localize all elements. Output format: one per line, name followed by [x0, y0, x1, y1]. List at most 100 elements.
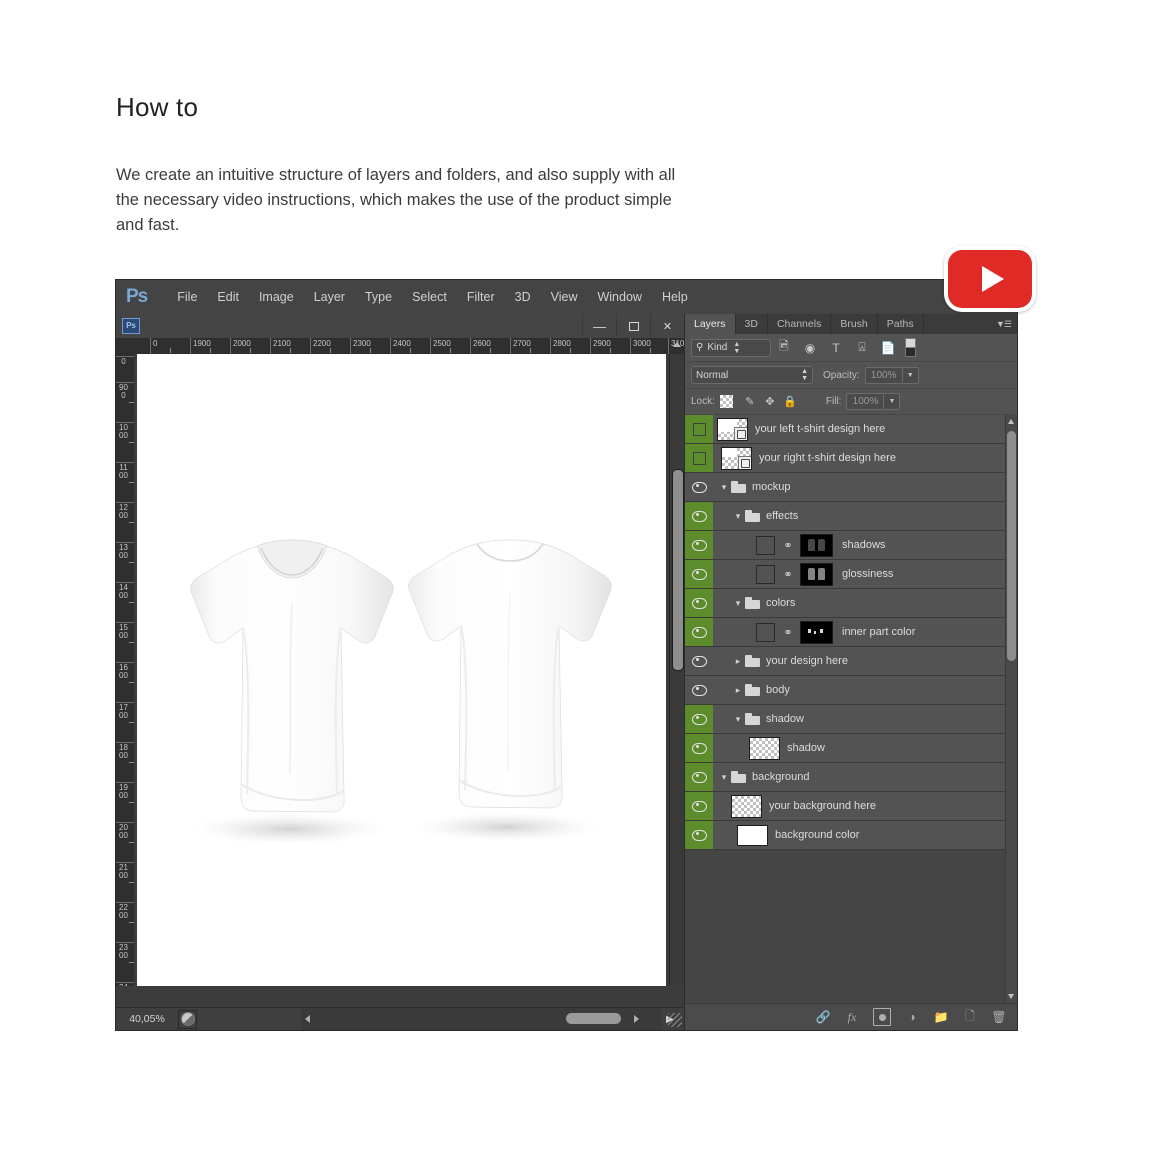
- menu-item-select[interactable]: Select: [402, 290, 457, 304]
- new-adjustment-layer-icon[interactable]: ◑: [904, 1009, 920, 1025]
- shape-layer-filter-icon[interactable]: ⍓: [849, 339, 875, 357]
- tab-paths[interactable]: Paths: [877, 314, 924, 334]
- document-tab-icon[interactable]: Ps: [122, 318, 140, 334]
- visibility-toggle[interactable]: [685, 734, 713, 762]
- layer-row[interactable]: ⚭ glossiness: [685, 560, 1017, 589]
- visibility-toggle[interactable]: [685, 647, 713, 675]
- layer-row[interactable]: your right t-shirt design here: [685, 444, 1017, 473]
- zoom-level[interactable]: 40,05%: [116, 1013, 178, 1025]
- pixel-layer-filter-icon[interactable]: 🖻: [771, 339, 797, 357]
- layer-color-swatch[interactable]: [756, 535, 775, 555]
- canvas-horizontal-scrollbar[interactable]: [301, 1008, 661, 1030]
- filter-kind-select[interactable]: ⚲ Kind ▲ ▼: [691, 338, 771, 357]
- layer-mask-thumbnail[interactable]: [800, 562, 833, 586]
- blend-mode-select[interactable]: Normal ▲ ▼: [691, 366, 813, 384]
- smart-object-filter-icon[interactable]: 📄: [875, 339, 901, 357]
- layer-row[interactable]: ▸ body: [685, 676, 1017, 705]
- fill-dropdown-arrow[interactable]: ▼: [884, 393, 901, 410]
- layer-row[interactable]: your left t-shirt design here: [685, 415, 1017, 444]
- menu-item-view[interactable]: View: [541, 290, 588, 304]
- layer-row[interactable]: ▾ shadow: [685, 705, 1017, 734]
- layer-style-fx-icon[interactable]: fx: [844, 1009, 860, 1025]
- layer-mask-thumbnail[interactable]: [800, 620, 833, 644]
- visibility-toggle[interactable]: [685, 502, 713, 530]
- layer-list-scrollbar[interactable]: [1005, 415, 1017, 1003]
- visibility-toggle[interactable]: [685, 705, 713, 733]
- lock-all-icon[interactable]: 🔒: [780, 394, 800, 410]
- tab-layers[interactable]: Layers: [685, 314, 736, 334]
- layer-row[interactable]: shadow: [685, 734, 1017, 763]
- mask-link-icon[interactable]: ⚭: [781, 626, 795, 639]
- scroll-up-arrow-icon[interactable]: [673, 342, 681, 347]
- menu-item-file[interactable]: File: [167, 290, 207, 304]
- visibility-toggle[interactable]: [685, 676, 713, 704]
- maximize-button[interactable]: [616, 314, 650, 338]
- scroll-right-arrow-icon[interactable]: [634, 1015, 639, 1023]
- vertical-ruler[interactable]: 0 900 1000 1100 1200 1300 1400 1500 1600…: [116, 354, 135, 986]
- layer-color-swatch[interactable]: [756, 564, 775, 584]
- document-canvas[interactable]: [137, 354, 666, 986]
- layer-row[interactable]: background color: [685, 821, 1017, 850]
- chevron-down-icon[interactable]: ▾: [731, 511, 745, 522]
- mask-link-icon[interactable]: ⚭: [781, 539, 795, 552]
- smart-object-thumbnail[interactable]: [721, 446, 752, 470]
- chevron-down-icon[interactable]: ▾: [717, 772, 731, 783]
- chevron-down-icon[interactable]: ▾: [717, 482, 731, 493]
- visibility-toggle[interactable]: [685, 444, 713, 472]
- layer-row[interactable]: ▸ your design here: [685, 647, 1017, 676]
- mask-link-icon[interactable]: ⚭: [781, 568, 795, 581]
- visibility-toggle[interactable]: [685, 763, 713, 791]
- layer-list[interactable]: your left t-shirt design here your right…: [685, 415, 1017, 1003]
- opacity-value[interactable]: 100%: [864, 366, 903, 384]
- tab-brush[interactable]: Brush: [831, 314, 878, 334]
- white-thumbnail[interactable]: [737, 824, 768, 846]
- panel-menu-icon[interactable]: ▼☰: [996, 319, 1012, 330]
- tab-channels[interactable]: Channels: [767, 314, 832, 334]
- lock-position-icon[interactable]: ✥: [760, 394, 780, 410]
- menu-item-window[interactable]: Window: [587, 290, 651, 304]
- visibility-toggle[interactable]: [685, 618, 713, 646]
- layer-row[interactable]: ▾ effects: [685, 502, 1017, 531]
- delete-layer-icon[interactable]: 🗑: [991, 1009, 1007, 1025]
- youtube-video-button[interactable]: [944, 246, 1036, 312]
- visibility-toggle[interactable]: [685, 560, 713, 588]
- layer-row[interactable]: ▾ mockup: [685, 473, 1017, 502]
- visibility-toggle[interactable]: [685, 589, 713, 617]
- visibility-toggle[interactable]: [685, 792, 713, 820]
- menu-item-filter[interactable]: Filter: [457, 290, 505, 304]
- scroll-down-arrow-icon[interactable]: [1008, 994, 1014, 999]
- opacity-dropdown-arrow[interactable]: ▼: [902, 366, 919, 384]
- menu-item-edit[interactable]: Edit: [207, 290, 249, 304]
- hscrollbar-thumb[interactable]: [566, 1013, 621, 1024]
- layer-color-swatch[interactable]: [756, 622, 775, 642]
- lock-transparent-pixels-icon[interactable]: [719, 395, 733, 408]
- layer-row[interactable]: your background here: [685, 792, 1017, 821]
- layer-mask-thumbnail[interactable]: [800, 533, 833, 557]
- layer-scrollbar-thumb[interactable]: [1007, 431, 1016, 661]
- layer-row[interactable]: ▾ background: [685, 763, 1017, 792]
- menu-item-layer[interactable]: Layer: [304, 290, 355, 304]
- fill-value[interactable]: 100%: [846, 393, 885, 410]
- visibility-toggle[interactable]: [685, 415, 713, 443]
- new-layer-icon[interactable]: 🗋: [962, 1009, 978, 1025]
- transparent-thumbnail[interactable]: [749, 736, 780, 760]
- menu-item-help[interactable]: Help: [652, 290, 698, 304]
- type-layer-filter-icon[interactable]: T: [823, 339, 849, 357]
- chevron-down-icon[interactable]: ▾: [731, 598, 745, 609]
- layer-row[interactable]: ⚭ shadows: [685, 531, 1017, 560]
- minimize-button[interactable]: —: [582, 314, 616, 338]
- resize-grip[interactable]: [668, 1013, 682, 1027]
- tab-3d[interactable]: 3D: [735, 314, 768, 334]
- menu-item-type[interactable]: Type: [355, 290, 402, 304]
- adjustment-layer-filter-icon[interactable]: ◉: [797, 339, 823, 357]
- menu-item-image[interactable]: Image: [249, 290, 304, 304]
- chevron-right-icon[interactable]: ▸: [731, 656, 745, 667]
- layer-row[interactable]: ⚭ inner part color: [685, 618, 1017, 647]
- new-group-icon[interactable]: 📁: [933, 1009, 949, 1025]
- document-profile-icon[interactable]: [178, 1009, 197, 1029]
- scrollbar-thumb[interactable]: [672, 469, 684, 671]
- smart-object-thumbnail[interactable]: [717, 417, 748, 441]
- close-button[interactable]: ✕: [650, 314, 684, 338]
- scroll-up-arrow-icon[interactable]: [1008, 419, 1014, 424]
- visibility-toggle[interactable]: [685, 473, 713, 501]
